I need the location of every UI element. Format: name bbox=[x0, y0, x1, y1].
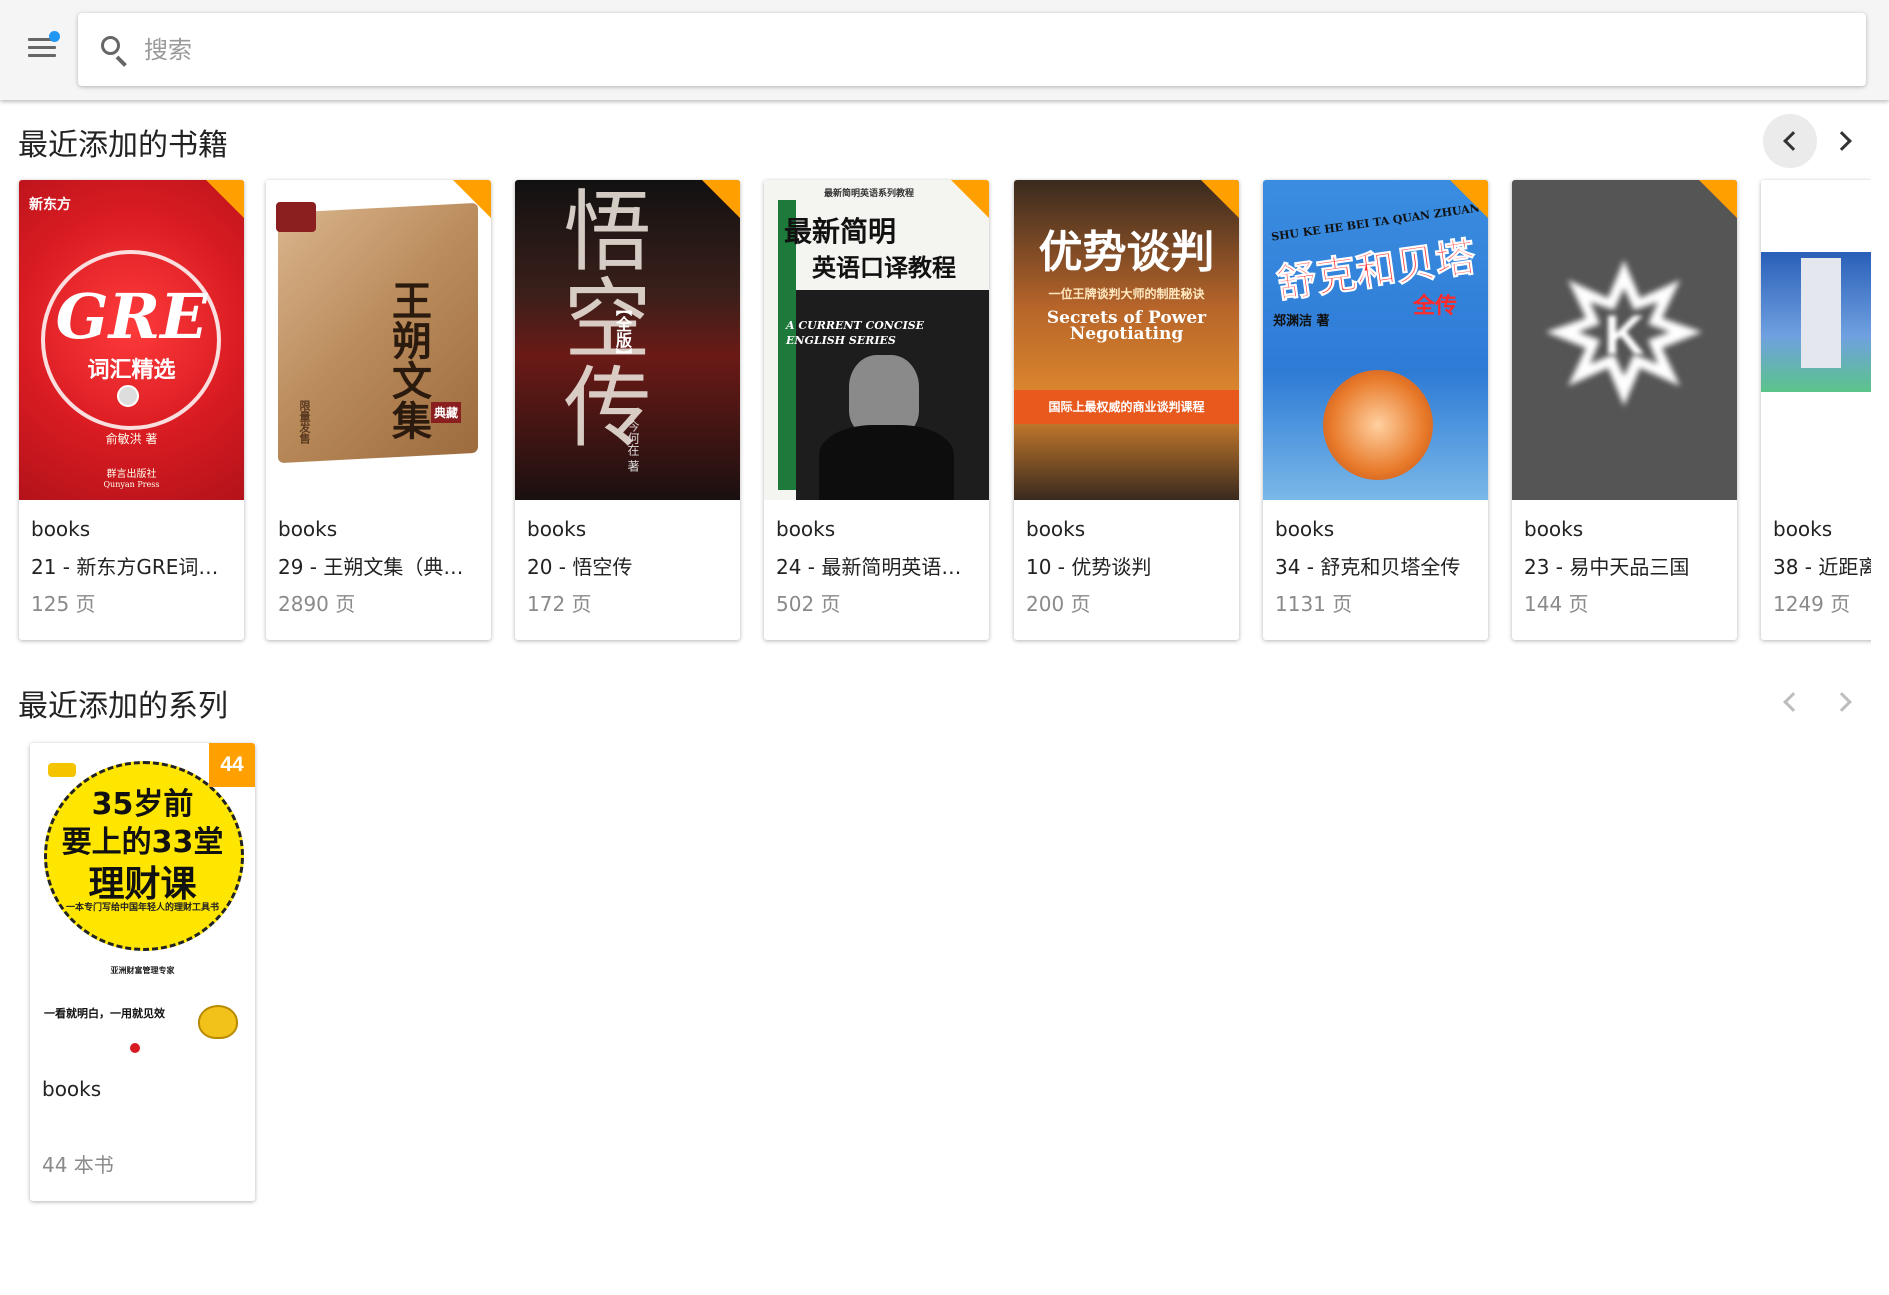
top-app-bar bbox=[0, 0, 1889, 100]
book-page-count: 1131 页 bbox=[1275, 592, 1353, 616]
search-input[interactable] bbox=[144, 27, 1824, 72]
book-title: 10 - 优势谈判 bbox=[1026, 555, 1152, 579]
chevron-right-icon bbox=[1832, 131, 1852, 151]
chevron-left-icon bbox=[1783, 131, 1803, 151]
book-card[interactable]: 最新简明英语系列教程 最新简明 英语口译教程 A CURRENT CONCISE… bbox=[764, 180, 989, 640]
book-cover: 最新简明英语系列教程 最新简明 英语口译教程 A CURRENT CONCISE… bbox=[764, 180, 989, 500]
recent-series-title: 最近添加的系列 bbox=[18, 689, 228, 724]
menu-button[interactable] bbox=[20, 28, 64, 68]
book-card[interactable]: 优势谈判 一位王牌谈判大师的制胜秘诀 Secrets of Power Nego… bbox=[1014, 180, 1239, 640]
series-library: books bbox=[42, 1077, 102, 1101]
unread-corner-marker bbox=[1450, 180, 1488, 218]
book-cover-placeholder: K bbox=[1512, 180, 1737, 500]
book-library: books bbox=[527, 517, 587, 541]
book-page-count: 2890 页 bbox=[278, 592, 356, 616]
series-card[interactable]: 35岁前 要上的33堂 理财课 一本专门写给中国年轻人的理财工具书 亚洲财富管理… bbox=[30, 743, 255, 1201]
book-title: 20 - 悟空传 bbox=[527, 555, 633, 579]
book-cover: SHU KE HE BEI TA QUAN ZHUAN 舒克和贝塔 全传 郑渊洁… bbox=[1263, 180, 1488, 500]
series-prev-button[interactable] bbox=[1763, 675, 1817, 729]
book-library: books bbox=[1773, 517, 1833, 541]
book-library: books bbox=[1275, 517, 1335, 541]
book-title: 34 - 舒克和贝塔全传 bbox=[1275, 555, 1461, 579]
book-card[interactable]: books 38 - 近距离 1249 页 bbox=[1761, 180, 1871, 640]
book-cover: 优势谈判 一位王牌谈判大师的制胜秘诀 Secrets of Power Nego… bbox=[1014, 180, 1239, 500]
book-cover: 王朔文集 典藏 限量发售 bbox=[266, 180, 491, 500]
book-page-count: 144 页 bbox=[1524, 592, 1589, 616]
book-title: 23 - 易中天品三国 bbox=[1524, 555, 1690, 579]
search-icon bbox=[100, 35, 130, 67]
book-card[interactable]: 新东方 GRE 词汇精选 俞敏洪 著 群言出版社 Qunyan Press bo… bbox=[19, 180, 244, 640]
books-next-button[interactable] bbox=[1818, 114, 1872, 168]
book-page-count: 1249 页 bbox=[1773, 592, 1851, 616]
chevron-right-icon bbox=[1832, 692, 1852, 712]
series-count-badge: 44 bbox=[209, 743, 255, 787]
book-cover: 悟空传 【全版】 今何在 著 bbox=[515, 180, 740, 500]
book-card[interactable]: K books 23 - 易中天品三国 144 页 bbox=[1512, 180, 1737, 640]
unread-corner-marker bbox=[1699, 180, 1737, 218]
book-cover bbox=[1761, 180, 1871, 500]
series-book-count: 44 本书 bbox=[42, 1153, 114, 1177]
chevron-left-icon bbox=[1783, 692, 1803, 712]
book-page-count: 200 页 bbox=[1026, 592, 1091, 616]
book-page-count: 502 页 bbox=[776, 592, 841, 616]
book-title: 21 - 新东方GRE词汇精选 bbox=[31, 555, 236, 579]
book-cover: 新东方 GRE 词汇精选 俞敏洪 著 群言出版社 Qunyan Press bbox=[19, 180, 244, 500]
book-card[interactable]: SHU KE HE BEI TA QUAN ZHUAN 舒克和贝塔 全传 郑渊洁… bbox=[1263, 180, 1488, 640]
book-page-count: 125 页 bbox=[31, 592, 96, 616]
book-library: books bbox=[1026, 517, 1086, 541]
book-card[interactable]: 悟空传 【全版】 今何在 著 books 20 - 悟空传 172 页 bbox=[515, 180, 740, 640]
unread-corner-marker bbox=[206, 180, 244, 218]
recent-books-title: 最近添加的书籍 bbox=[18, 128, 228, 163]
book-title: 24 - 最新简明英语口译教程 bbox=[776, 555, 981, 579]
book-library: books bbox=[776, 517, 836, 541]
book-title: 29 - 王朔文集（典藏版） bbox=[278, 555, 483, 579]
unread-corner-marker bbox=[951, 180, 989, 218]
unread-corner-marker bbox=[702, 180, 740, 218]
book-title: 38 - 近距离 bbox=[1773, 555, 1871, 579]
unread-corner-marker bbox=[1201, 180, 1239, 218]
unread-corner-marker bbox=[453, 180, 491, 218]
search-bar[interactable] bbox=[78, 13, 1866, 86]
series-next-button[interactable] bbox=[1818, 675, 1872, 729]
books-prev-button[interactable] bbox=[1763, 114, 1817, 168]
book-library: books bbox=[278, 517, 338, 541]
series-cover: 35岁前 要上的33堂 理财课 一本专门写给中国年轻人的理财工具书 亚洲财富管理… bbox=[30, 743, 255, 1061]
notification-dot bbox=[49, 31, 60, 42]
book-page-count: 172 页 bbox=[527, 592, 592, 616]
book-card[interactable]: 王朔文集 典藏 限量发售 books 29 - 王朔文集（典藏版） 2890 页 bbox=[266, 180, 491, 640]
book-library: books bbox=[31, 517, 91, 541]
book-library: books bbox=[1524, 517, 1584, 541]
recent-books-carousel: 新东方 GRE 词汇精选 俞敏洪 著 群言出版社 Qunyan Press bo… bbox=[0, 170, 1871, 650]
